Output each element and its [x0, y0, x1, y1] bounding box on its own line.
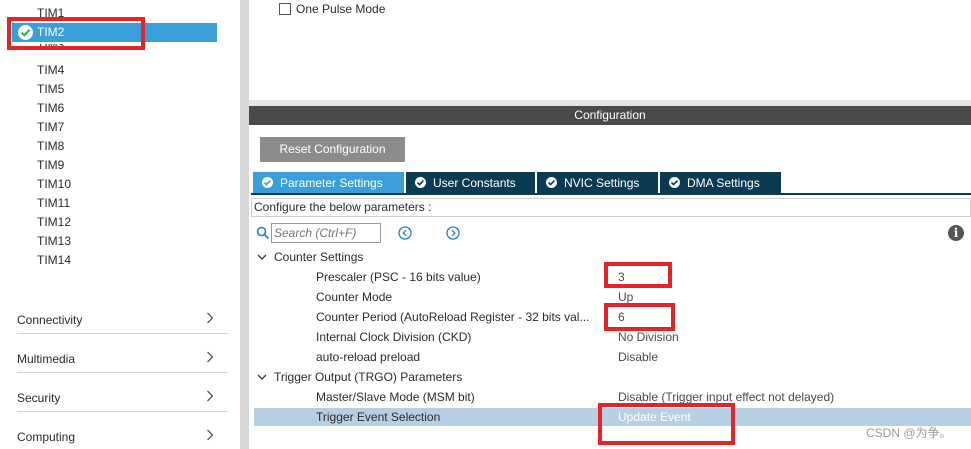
category-label: Connectivity — [17, 313, 83, 327]
param-value-auto-reload-preload[interactable]: Disable — [618, 349, 658, 365]
check-circle-icon — [262, 177, 273, 188]
category-security[interactable]: Security — [17, 376, 228, 412]
category-computing[interactable]: Computing — [17, 415, 228, 449]
left-panel: TIM1 TIM2 TIM3 TIM4 TIM5 TIM6 TIM7 TIM8 … — [0, 0, 240, 449]
param-name-clock-division: Internal Clock Division (CKD) — [316, 330, 472, 344]
tree-item-tim8[interactable]: TIM8 — [37, 139, 64, 153]
chevron-right-icon — [207, 312, 214, 324]
tree-item-tim12[interactable]: TIM12 — [37, 215, 71, 229]
category-connectivity[interactable]: Connectivity — [17, 298, 228, 334]
tab-label: Parameter Settings — [280, 175, 383, 190]
tab-user-constants[interactable]: User Constants — [406, 172, 535, 193]
chevron-right-icon — [207, 429, 214, 441]
search-previous-icon[interactable] — [398, 226, 412, 240]
reset-configuration-button[interactable]: Reset Configuration — [260, 137, 405, 162]
param-name-auto-reload-preload: auto-reload preload — [316, 350, 421, 364]
config-tabs: Parameter Settings User Constants NVIC S… — [253, 172, 781, 193]
tree-item-tim13[interactable]: TIM13 — [37, 234, 71, 248]
panel-divider[interactable] — [240, 0, 249, 449]
group-title: Trigger Output (TRGO) Parameters — [274, 370, 463, 384]
tab-nvic-settings[interactable]: NVIC Settings — [537, 172, 658, 193]
configuration-header: Configuration — [249, 106, 971, 125]
tree-item-tim4[interactable]: TIM4 — [37, 63, 64, 77]
group-title: Counter Settings — [274, 250, 364, 264]
watermark: CSDN @为争。 — [866, 426, 952, 440]
tree-item-tim10[interactable]: TIM10 — [37, 177, 71, 191]
search-input[interactable] — [271, 223, 381, 243]
param-name-counter-mode: Counter Mode — [316, 290, 393, 304]
tab-label: User Constants — [433, 175, 516, 190]
tree-item-tim5[interactable]: TIM5 — [37, 82, 64, 96]
group-counter-settings[interactable]: Counter Settings — [256, 248, 363, 266]
tree-item-tim6[interactable]: TIM6 — [37, 101, 64, 115]
search-next-icon[interactable] — [446, 226, 460, 240]
param-name-prescaler: Prescaler (PSC - 16 bits value) — [316, 270, 481, 284]
chevron-down-icon[interactable] — [256, 371, 268, 383]
one-pulse-mode-checkbox[interactable]: One Pulse Mode — [279, 2, 385, 16]
category-label: Computing — [17, 430, 76, 444]
category-label: Security — [17, 391, 61, 405]
chevron-right-icon — [207, 351, 214, 363]
tree-item-tim9[interactable]: TIM9 — [37, 158, 64, 172]
check-circle-icon — [415, 177, 426, 188]
search-bar — [256, 222, 381, 244]
mode-panel: One Pulse Mode — [249, 0, 971, 100]
tree-item-tim11[interactable]: TIM11 — [37, 196, 70, 210]
check-circle-icon — [546, 177, 557, 188]
tab-label: DMA Settings — [687, 175, 760, 190]
highlight-box-counter-period — [604, 303, 675, 331]
param-name-master-slave-mode: Master/Slave Mode (MSM bit) — [316, 390, 475, 404]
param-name-counter-period: Counter Period (AutoReload Register - 32… — [316, 310, 590, 324]
category-multimedia[interactable]: Multimedia — [17, 337, 228, 373]
highlight-box-prescaler — [604, 262, 672, 288]
category-label: Multimedia — [17, 352, 76, 366]
tab-label: NVIC Settings — [564, 175, 640, 190]
param-value-clock-division[interactable]: No Division — [618, 329, 679, 345]
tabs-underline — [251, 193, 971, 195]
check-circle-icon — [669, 177, 680, 188]
checkbox-box[interactable] — [279, 3, 291, 15]
highlight-box-trigger-event — [598, 403, 735, 445]
checkbox-label: One Pulse Mode — [296, 2, 386, 16]
tab-parameter-settings[interactable]: Parameter Settings — [253, 172, 404, 193]
tree-item-tim14[interactable]: TIM14 — [37, 253, 71, 267]
param-name-trigger-event-selection: Trigger Event Selection — [316, 410, 441, 424]
chevron-down-icon[interactable] — [256, 251, 268, 263]
configure-description: Configure the below parameters : — [251, 198, 971, 217]
chevron-right-icon — [207, 390, 214, 402]
highlight-box-tim2 — [7, 17, 145, 50]
search-icon — [256, 226, 270, 240]
tab-dma-settings[interactable]: DMA Settings — [660, 172, 781, 193]
tree-item-tim7[interactable]: TIM7 — [37, 120, 64, 134]
info-icon[interactable]: i — [948, 225, 964, 241]
group-trigger-output[interactable]: Trigger Output (TRGO) Parameters — [256, 368, 462, 386]
